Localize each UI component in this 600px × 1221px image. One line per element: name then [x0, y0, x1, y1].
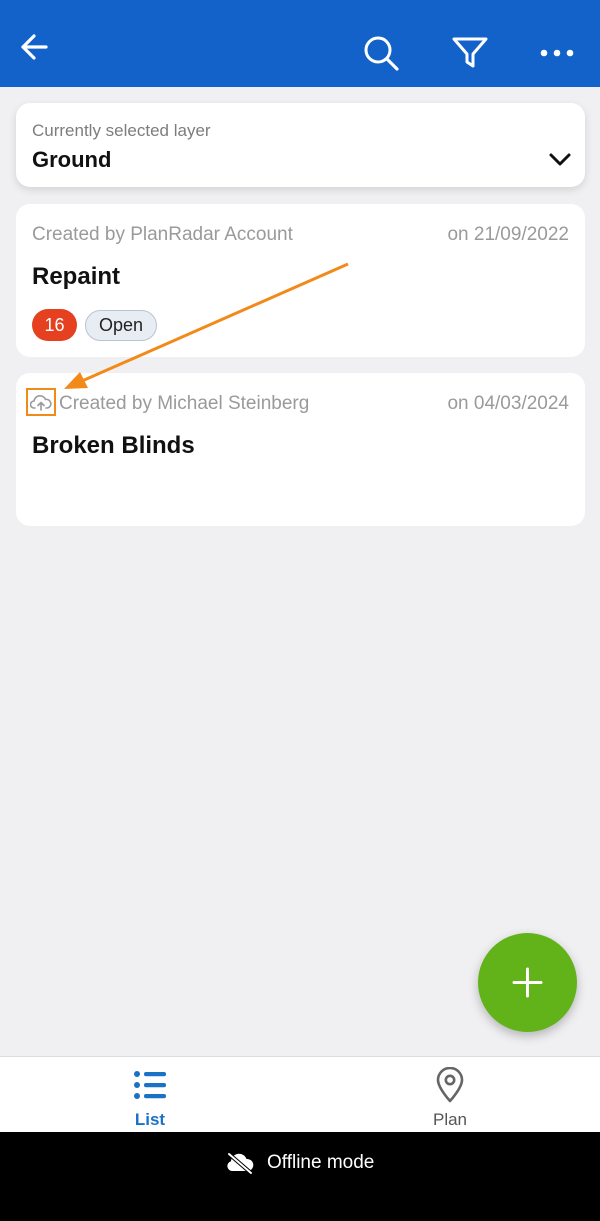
- layer-selector[interactable]: Currently selected layer Ground: [16, 103, 585, 187]
- nav-label-list: List: [134, 1110, 166, 1129]
- list-icon: [134, 1071, 166, 1099]
- bottom-nav: List Plan: [0, 1056, 600, 1132]
- location-pin-icon: [436, 1067, 464, 1103]
- nav-item-list[interactable]: List: [0, 1057, 300, 1133]
- cloud-off-icon: [227, 1152, 254, 1175]
- ticket-card[interactable]: Created by PlanRadar Account on 21/09/20…: [16, 204, 585, 357]
- ticket-date: on 21/09/2022: [447, 224, 569, 245]
- more-icon[interactable]: [536, 30, 580, 74]
- search-icon[interactable]: [358, 30, 402, 74]
- app-bar: [0, 0, 600, 87]
- nav-item-plan[interactable]: Plan: [300, 1057, 600, 1133]
- offline-mode-label: Offline mode: [267, 1152, 375, 1173]
- ticket-title: Repaint: [32, 263, 121, 290]
- ticket-number-badge: 16: [32, 309, 77, 341]
- plus-icon: [512, 967, 543, 998]
- chevron-down-icon: [547, 150, 573, 170]
- ticket-author: Created by PlanRadar Account: [32, 224, 293, 245]
- ticket-card[interactable]: Created by Michael Steinberg on 04/03/20…: [16, 373, 585, 526]
- layer-value: Ground: [32, 147, 112, 172]
- nav-label-plan: Plan: [432, 1110, 468, 1129]
- ticket-date: on 04/03/2024: [447, 393, 569, 414]
- status-badge: Open: [85, 310, 158, 341]
- filter-icon[interactable]: [448, 30, 492, 74]
- ticket-title: Broken Blinds: [32, 432, 195, 459]
- back-arrow-icon[interactable]: [14, 26, 58, 70]
- add-ticket-button[interactable]: [478, 933, 577, 1032]
- layer-caption: Currently selected layer: [32, 121, 211, 140]
- cloud-upload-icon: [26, 388, 56, 416]
- offline-bar: Offline mode: [0, 1132, 600, 1221]
- ticket-author: Created by Michael Steinberg: [59, 393, 310, 414]
